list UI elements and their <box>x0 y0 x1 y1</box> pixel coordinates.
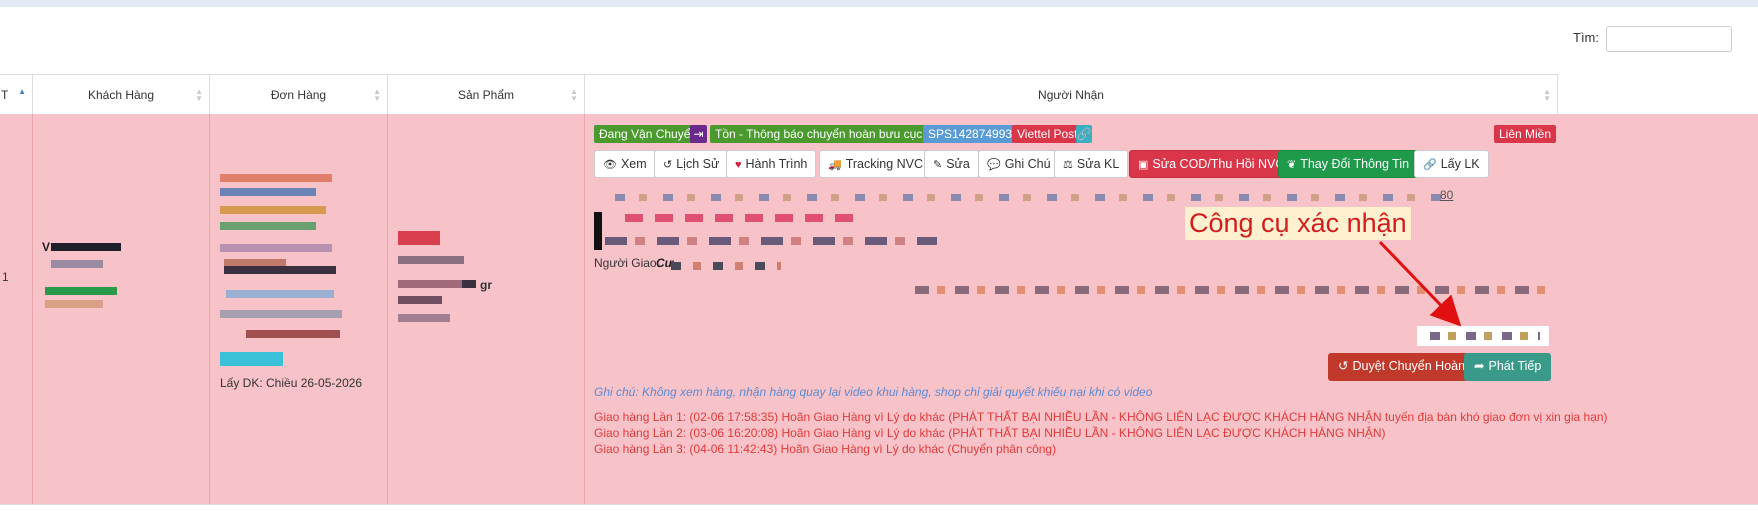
annotation-arrow <box>1378 240 1462 327</box>
